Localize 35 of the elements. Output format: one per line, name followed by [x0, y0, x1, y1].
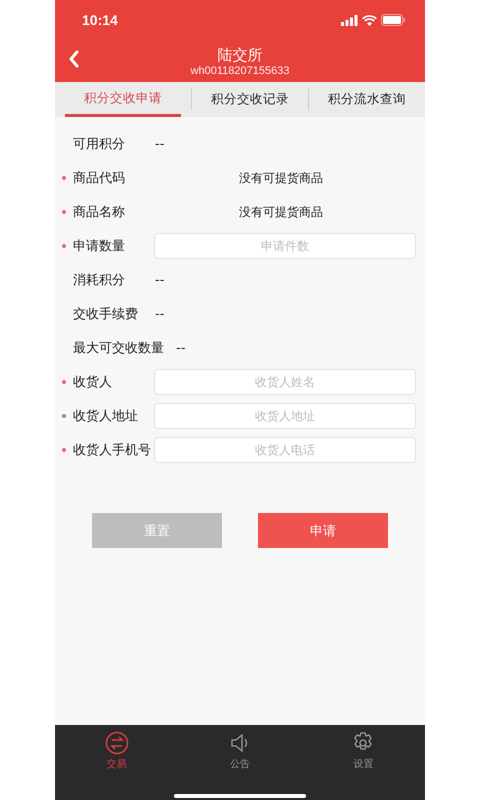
field-value: --: [155, 272, 164, 288]
field-label: 最大可交收数量: [73, 340, 164, 357]
nav-item[interactable]: 交易: [55, 725, 178, 772]
swap-icon: [104, 731, 129, 755]
tab[interactable]: 积分交收记录: [191, 89, 308, 110]
field-label: 收货人地址: [73, 408, 139, 425]
field-label: 商品名称: [73, 204, 126, 221]
field-label: 收货人手机号: [73, 442, 151, 459]
account-id: wh00118207155633: [190, 64, 290, 76]
field-label: 消耗积分: [73, 272, 126, 289]
field-label: 商品代码: [73, 170, 126, 187]
signal-icon: [341, 14, 358, 26]
wifi-icon: [362, 14, 377, 26]
field-label: 可用积分: [73, 136, 126, 153]
page-title: 陆交所: [218, 46, 262, 64]
status-time: 10:14: [82, 12, 118, 28]
field-value: 没有可提货商品: [238, 170, 324, 186]
field-value: --: [176, 340, 186, 356]
field-value: 没有可提货商品: [238, 204, 324, 220]
field-label: 申请数量: [73, 238, 126, 255]
input-field[interactable]: 收货人地址: [154, 403, 416, 429]
field-label: 收货人: [73, 374, 113, 391]
submit-button[interactable]: 申请: [258, 513, 388, 548]
battery-icon: [381, 14, 405, 26]
field-value: --: [155, 136, 164, 152]
field-label: 交收手续费: [73, 306, 139, 323]
input-field[interactable]: 收货人电话: [154, 437, 416, 463]
input-field[interactable]: 申请件数: [154, 233, 416, 259]
nav-item[interactable]: 公告: [178, 725, 302, 772]
tab[interactable]: 积分流水查询: [308, 89, 425, 110]
back-icon[interactable]: [68, 50, 80, 68]
nav-item[interactable]: 设置: [302, 725, 425, 772]
input-field[interactable]: 收货人姓名: [154, 369, 416, 395]
field-value: --: [155, 306, 164, 322]
tab[interactable]: 积分交收申请: [65, 82, 181, 117]
